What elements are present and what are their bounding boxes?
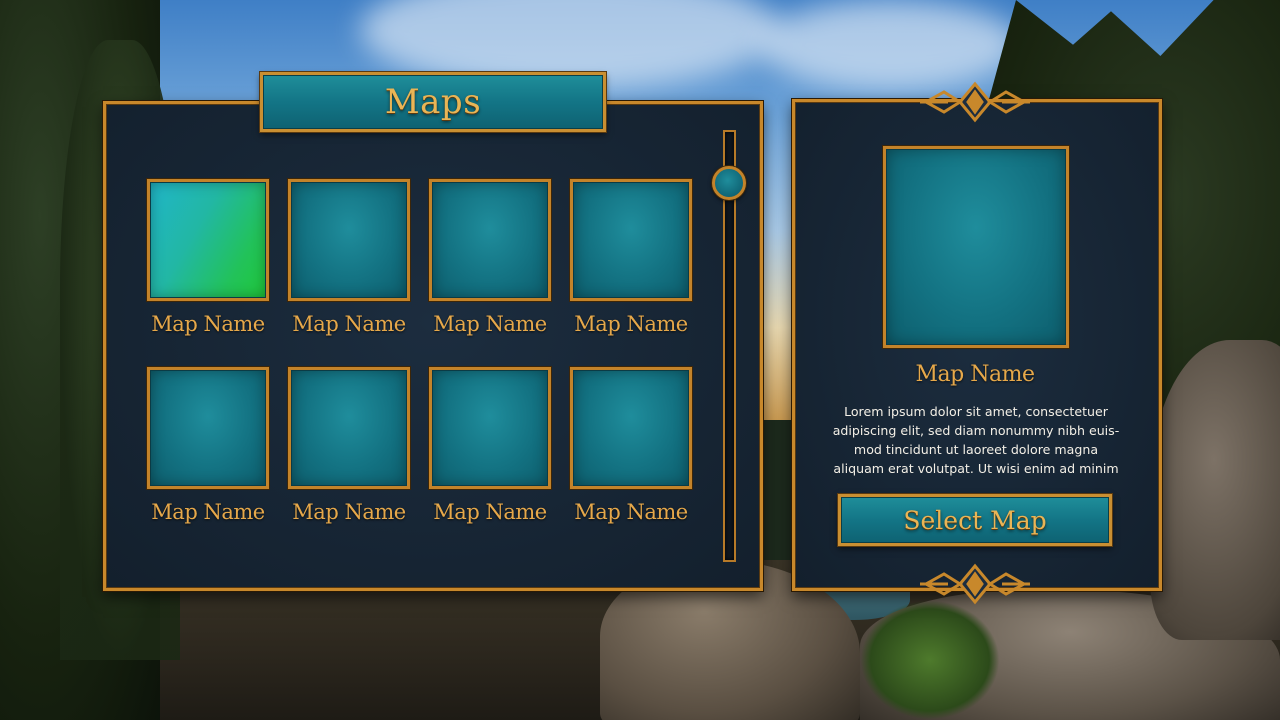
map-tile-label: Map Name bbox=[292, 312, 406, 336]
bush bbox=[860, 600, 1000, 720]
map-preview-image bbox=[883, 146, 1069, 348]
map-tile[interactable] bbox=[570, 179, 692, 301]
map-tile[interactable] bbox=[288, 179, 410, 301]
map-tile[interactable] bbox=[429, 179, 551, 301]
description-line: adipiscing elit, sed diam nonummy nibh e… bbox=[832, 423, 1120, 438]
map-tile[interactable] bbox=[429, 367, 551, 489]
map-tile-label: Map Name bbox=[574, 312, 688, 336]
maps-title: Maps bbox=[384, 82, 482, 122]
map-tile[interactable] bbox=[288, 367, 410, 489]
select-map-label: Select Map bbox=[903, 505, 1047, 535]
maps-title-plate: Maps bbox=[260, 72, 606, 132]
description-line: mod tincidunt ut laoreet dolore magna bbox=[853, 442, 1099, 457]
map-tile-label: Map Name bbox=[433, 500, 547, 524]
map-tile-label: Map Name bbox=[151, 312, 265, 336]
selected-map-name: Map Name bbox=[915, 362, 1035, 387]
description-line: aliquam erat volutpat. Ut wisi enim ad m… bbox=[833, 461, 1119, 476]
map-tile-label: Map Name bbox=[151, 500, 265, 524]
ornament-bottom-icon bbox=[920, 563, 1030, 605]
map-tile[interactable] bbox=[570, 367, 692, 489]
select-map-button[interactable]: Select Map bbox=[838, 494, 1112, 546]
map-tile-label: Map Name bbox=[574, 500, 688, 524]
map-tile-label: Map Name bbox=[433, 312, 547, 336]
cloud bbox=[760, 0, 1020, 90]
map-description: Lorem ipsum dolor sit amet, consectetuer… bbox=[820, 402, 1132, 478]
ornament-top-icon bbox=[920, 81, 1030, 123]
description-line: Lorem ipsum dolor sit amet, consectetuer bbox=[844, 404, 1108, 419]
map-tile[interactable] bbox=[147, 179, 269, 301]
scrollbar-thumb[interactable] bbox=[712, 166, 746, 200]
map-tile-label: Map Name bbox=[292, 500, 406, 524]
map-tile[interactable] bbox=[147, 367, 269, 489]
